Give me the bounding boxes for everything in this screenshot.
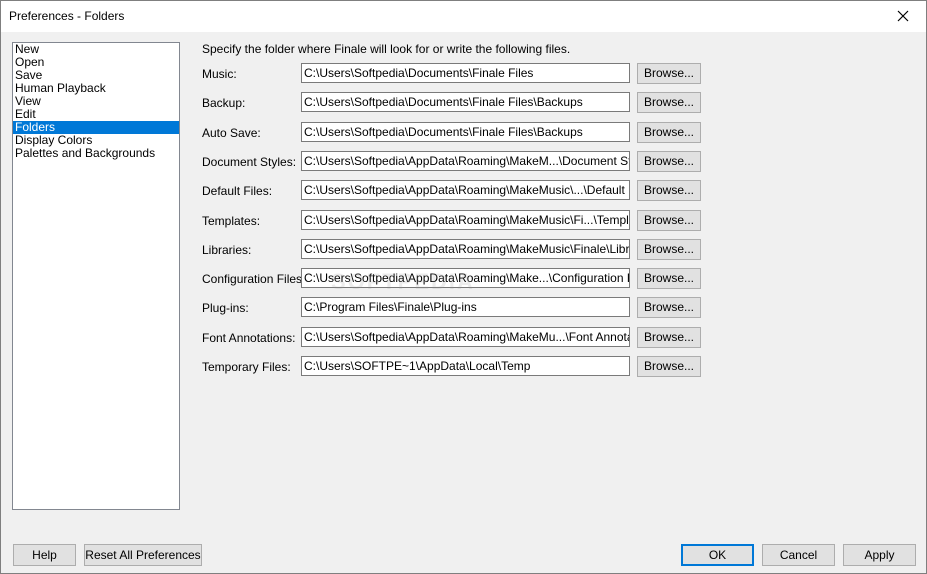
browse-button-auto-save[interactable]: Browse...: [637, 122, 701, 143]
browse-button-plug-ins[interactable]: Browse...: [637, 297, 701, 318]
folder-label-font-annotations: Font Annotations:: [202, 331, 296, 345]
folder-path-backup[interactable]: C:\Users\Softpedia\Documents\Finale File…: [301, 92, 630, 112]
folder-path-music[interactable]: C:\Users\Softpedia\Documents\Finale File…: [301, 63, 630, 83]
window-title: Preferences - Folders: [9, 9, 125, 23]
instructions-text: Specify the folder where Finale will loo…: [202, 42, 571, 56]
folder-path-document-styles[interactable]: C:\Users\Softpedia\AppData\Roaming\MakeM…: [301, 151, 630, 171]
browse-button-document-styles[interactable]: Browse...: [637, 151, 701, 172]
folder-path-temporary-files[interactable]: C:\Users\SOFTPE~1\AppData\Local\Temp: [301, 356, 630, 376]
folder-path-configuration-files[interactable]: C:\Users\Softpedia\AppData\Roaming\Make.…: [301, 268, 630, 288]
folder-label-plug-ins: Plug-ins:: [202, 301, 249, 315]
folder-label-auto-save: Auto Save:: [202, 126, 261, 140]
apply-button[interactable]: Apply: [843, 544, 916, 566]
cancel-button[interactable]: Cancel: [762, 544, 835, 566]
folder-label-backup: Backup:: [202, 96, 246, 110]
folder-row-configuration-files: Configuration Files: C:\Users\Softpedia\A…: [1, 268, 927, 290]
reset-all-preferences-button[interactable]: Reset All Preferences: [84, 544, 202, 566]
folder-path-font-annotations[interactable]: C:\Users\Softpedia\AppData\Roaming\MakeM…: [301, 327, 630, 347]
help-button[interactable]: Help: [13, 544, 76, 566]
ok-button[interactable]: OK: [681, 544, 754, 566]
browse-button-libraries[interactable]: Browse...: [637, 239, 701, 260]
preferences-window: Preferences - Folders New Open Save Human P…: [0, 0, 927, 574]
close-icon: [897, 10, 909, 22]
folder-row-plug-ins: Plug-ins: C:\Program Files\Finale\Plug-in…: [1, 297, 927, 319]
folder-row-font-annotations: Font Annotations: C:\Users\Softpedia\AppD…: [1, 327, 927, 349]
close-button[interactable]: [880, 1, 926, 32]
folder-label-configuration-files: Configuration Files:: [202, 272, 306, 286]
folder-path-plug-ins[interactable]: C:\Program Files\Finale\Plug-ins: [301, 297, 630, 317]
folder-path-libraries[interactable]: C:\Users\Softpedia\AppData\Roaming\MakeM…: [301, 239, 630, 259]
browse-button-music[interactable]: Browse...: [637, 63, 701, 84]
folder-label-libraries: Libraries:: [202, 243, 252, 257]
folder-label-templates: Templates:: [202, 214, 261, 228]
folder-row-templates: Templates: C:\Users\Softpedia\AppData\Roa…: [1, 210, 927, 232]
folder-row-music: Music: C:\Users\Softpedia\Documents\Final…: [1, 63, 927, 85]
folder-path-templates[interactable]: C:\Users\Softpedia\AppData\Roaming\MakeM…: [301, 210, 630, 230]
folder-label-document-styles: Document Styles:: [202, 155, 297, 169]
browse-button-default-files[interactable]: Browse...: [637, 180, 701, 201]
browse-button-font-annotations[interactable]: Browse...: [637, 327, 701, 348]
folder-row-default-files: Default Files: C:\Users\Softpedia\AppData…: [1, 180, 927, 202]
folder-label-default-files: Default Files:: [202, 184, 273, 198]
title-bar: Preferences - Folders: [1, 1, 926, 32]
folder-row-document-styles: Document Styles: C:\Users\Softpedia\AppDa…: [1, 151, 927, 173]
browse-button-backup[interactable]: Browse...: [637, 92, 701, 113]
folder-row-libraries: Libraries: C:\Users\Softpedia\AppData\Roa…: [1, 239, 927, 261]
browse-button-configuration-files[interactable]: Browse...: [637, 268, 701, 289]
browse-button-templates[interactable]: Browse...: [637, 210, 701, 231]
folder-label-temporary-files: Temporary Files:: [202, 360, 291, 374]
browse-button-temporary-files[interactable]: Browse...: [637, 356, 701, 377]
folder-path-default-files[interactable]: C:\Users\Softpedia\AppData\Roaming\MakeM…: [301, 180, 630, 200]
folder-row-backup: Backup: C:\Users\Softpedia\Documents\Fina…: [1, 92, 927, 114]
folder-row-temporary-files: Temporary Files: C:\Users\SOFTPE~1\AppDat…: [1, 356, 927, 378]
folder-label-music: Music:: [202, 67, 237, 81]
folder-row-auto-save: Auto Save: C:\Users\Softpedia\Documents\F…: [1, 122, 927, 144]
folder-path-auto-save[interactable]: C:\Users\Softpedia\Documents\Finale File…: [301, 122, 630, 142]
